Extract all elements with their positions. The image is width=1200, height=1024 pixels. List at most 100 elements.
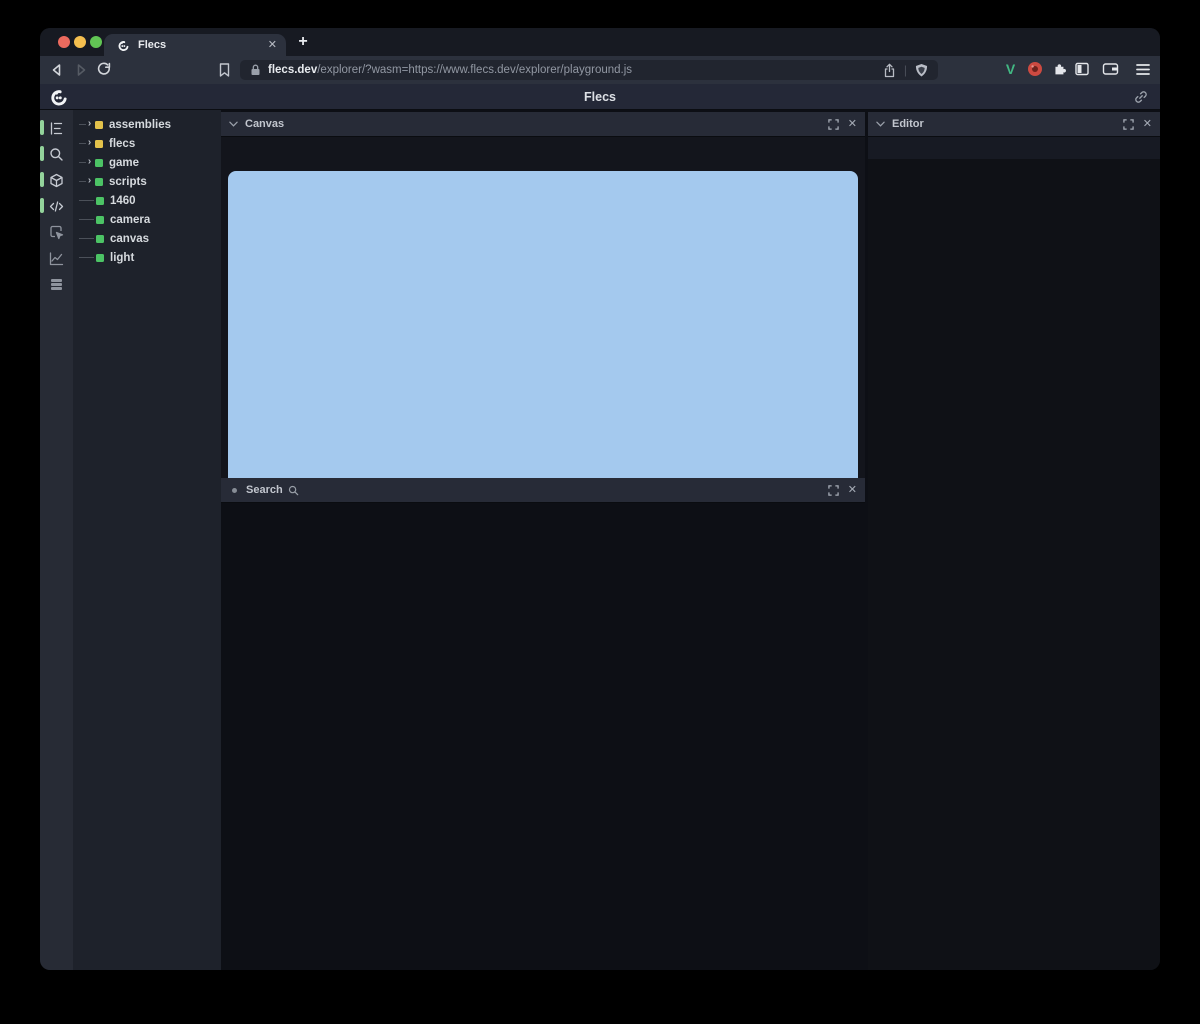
tree-item-label[interactable]: assemblies (109, 119, 171, 131)
tree-item-1460[interactable]: 1460 (73, 191, 221, 210)
activity-item-code[interactable] (40, 193, 73, 219)
new-tab-button[interactable]: + (292, 31, 314, 53)
tree-item-label[interactable]: light (110, 252, 134, 264)
url-path: /explorer/?wasm=https://www.flecs.dev/ex… (317, 64, 632, 76)
reload-button[interactable] (96, 62, 112, 78)
cube-icon (49, 173, 64, 188)
share-icon[interactable] (883, 63, 896, 78)
tab-close-icon[interactable]: ✕ (268, 40, 277, 51)
window-close-button[interactable] (58, 36, 70, 48)
tree-item-flecs[interactable]: › flecs (73, 134, 221, 153)
tree-item-game[interactable]: › game (73, 153, 221, 172)
vue-devtools-icon[interactable]: V (1002, 61, 1019, 78)
forward-button[interactable] (73, 62, 89, 78)
editor-input-line[interactable] (868, 137, 1160, 159)
entity-color-square (96, 254, 104, 262)
active-indicator (40, 198, 44, 213)
tree-item-assemblies[interactable]: › assemblies (73, 115, 221, 134)
search-icon (49, 147, 64, 162)
activity-item-outline[interactable] (40, 115, 73, 141)
activity-item-entities[interactable] (40, 167, 73, 193)
brave-shield-icon[interactable] (915, 63, 928, 78)
activity-item-charts[interactable] (40, 245, 73, 271)
entity-tree-panel: › assemblies › flecs › game (73, 110, 221, 970)
tree-guide-line (79, 219, 94, 220)
menu-icon[interactable] (1136, 63, 1150, 76)
activity-item-search[interactable] (40, 141, 73, 167)
extensions-puzzle-icon[interactable] (1051, 61, 1067, 77)
tree-item-label[interactable]: camera (110, 214, 150, 226)
entity-color-square (95, 121, 103, 129)
collapse-chevron-icon[interactable] (229, 121, 238, 127)
url-divider: | (904, 63, 907, 77)
page-title: Flecs (40, 84, 1160, 110)
activity-bar (40, 110, 73, 970)
window-zoom-button[interactable] (90, 36, 102, 48)
entity-color-square (95, 140, 103, 148)
window-minimize-button[interactable] (74, 36, 86, 48)
fullscreen-icon[interactable] (828, 119, 839, 130)
expand-chevron-icon[interactable]: › (86, 157, 93, 167)
app-header: Flecs (40, 84, 1160, 110)
editor-panel: Editor ✕ (868, 112, 1160, 970)
url-domain: flecs.dev (268, 64, 317, 76)
active-indicator (40, 146, 44, 161)
tree-guide-line (79, 200, 94, 201)
close-icon[interactable]: ✕ (848, 485, 857, 496)
permalink-icon[interactable] (1134, 90, 1148, 104)
tree-item-light[interactable]: light (73, 248, 221, 267)
code-icon (49, 199, 64, 214)
tab-title: Flecs (138, 39, 166, 51)
stats-rows-icon (49, 277, 64, 292)
inspect-cursor-icon (49, 225, 64, 240)
flecs-favicon-icon (117, 39, 130, 52)
tree-item-label[interactable]: 1460 (110, 195, 136, 207)
browser-window: Flecs ✕ + (40, 28, 1160, 970)
browser-tab-bar: Flecs ✕ + (40, 28, 1160, 56)
active-indicator (40, 120, 44, 135)
tree-item-label[interactable]: canvas (110, 233, 149, 245)
panel-title: Canvas (245, 118, 284, 130)
tree-item-scripts[interactable]: › scripts (73, 172, 221, 191)
collapsed-bullet-icon[interactable] (232, 488, 237, 493)
outline-tree-icon (49, 121, 64, 136)
fullscreen-icon[interactable] (828, 485, 839, 496)
tree-guide-line (79, 124, 86, 125)
line-chart-icon (49, 251, 64, 266)
close-icon[interactable]: ✕ (1143, 119, 1152, 130)
tree-item-label[interactable]: flecs (109, 138, 135, 150)
entity-color-square (96, 197, 104, 205)
fullscreen-icon[interactable] (1123, 119, 1134, 130)
bookmark-icon[interactable] (217, 62, 232, 78)
tree-item-label[interactable]: game (109, 157, 139, 169)
panel-title: Search (246, 484, 283, 496)
collapse-chevron-icon[interactable] (876, 121, 885, 127)
entity-color-square (95, 178, 103, 186)
tree-item-canvas[interactable]: canvas (73, 229, 221, 248)
activity-item-stats[interactable] (40, 271, 73, 297)
url-bar[interactable]: flecs.dev/explorer/?wasm=https://www.fle… (240, 60, 938, 80)
expand-chevron-icon[interactable]: › (86, 138, 93, 148)
lock-icon (250, 64, 261, 76)
close-icon[interactable]: ✕ (848, 119, 857, 130)
expand-chevron-icon[interactable]: › (86, 119, 93, 129)
entity-color-square (96, 235, 104, 243)
tree-guide-line (79, 162, 86, 163)
activity-item-inspect[interactable] (40, 219, 73, 245)
canvas-panel-header: Canvas ✕ (221, 112, 865, 137)
sidebar-toggle-icon[interactable] (1074, 61, 1090, 77)
expand-chevron-icon[interactable]: › (86, 176, 93, 186)
entity-color-square (96, 216, 104, 224)
back-button[interactable] (49, 62, 65, 78)
render-canvas[interactable] (228, 171, 858, 493)
wallet-icon[interactable] (1102, 61, 1119, 77)
active-indicator (40, 172, 44, 187)
extension-red-icon[interactable] (1027, 61, 1043, 77)
tree-item-camera[interactable]: camera (73, 210, 221, 229)
browser-tab[interactable]: Flecs ✕ (104, 34, 286, 56)
tree-guide-line (79, 257, 94, 258)
entity-color-square (95, 159, 103, 167)
canvas-panel-content (221, 137, 865, 478)
tree-item-label[interactable]: scripts (109, 176, 147, 188)
browser-toolbar: flecs.dev/explorer/?wasm=https://www.fle… (40, 56, 1160, 84)
